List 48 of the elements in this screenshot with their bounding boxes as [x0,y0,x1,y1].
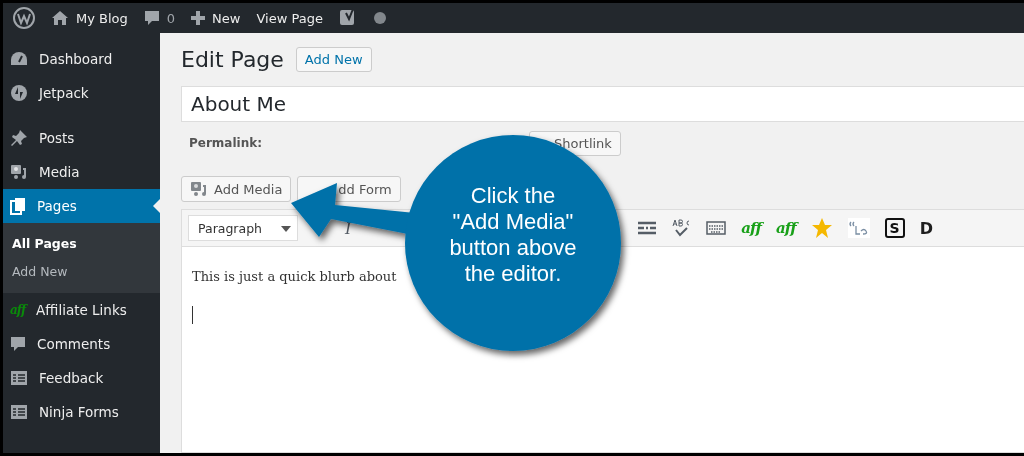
aff-icon: aff [10,303,26,317]
form-icon [10,404,28,420]
status-dot-icon[interactable] [372,11,387,25]
media-icon [190,181,208,197]
sidebar-item[interactable]: Posts [3,121,160,155]
sidebar-item[interactable]: Dashboard [3,42,160,76]
sidebar-item[interactable]: Jetpack [3,76,160,110]
toolbar-link[interactable]: New [212,10,241,26]
media-button[interactable]: Add Media [181,176,292,202]
star-icon[interactable] [810,217,833,239]
sidebar-item[interactable]: Feedback [3,361,160,395]
format-select[interactable]: Paragraph [188,215,298,241]
pushpin-icon [10,129,28,147]
form-icon [10,370,28,386]
spellcheck-icon[interactable] [671,218,692,238]
wordpress-logo-icon[interactable] [13,7,35,29]
callout-text: Click the "Add Media" button above the editor. [448,183,578,287]
gauge-icon [10,51,28,67]
toolbar-link[interactable]: My Blog [76,10,128,26]
text-cursor [192,306,193,324]
toolbar-link[interactable]: 0 [166,10,176,26]
title-field[interactable]: About Me [181,86,1024,122]
page-heading: Edit Page [181,47,284,72]
sidebar-item[interactable]: aff Affiliate Links [3,293,160,327]
quote-icon[interactable] [847,218,870,238]
permalink-label: Permalink: [189,136,263,150]
submenu-item[interactable]: All Pages [12,230,160,258]
yoast-icon[interactable] [338,8,357,28]
sidebar-item[interactable]: Ninja Forms [3,395,160,429]
horizontal-rule-icon[interactable] [638,221,657,235]
plus-icon [191,11,206,25]
keyboard-icon[interactable] [706,220,727,236]
media-icon [10,164,28,180]
add-new-button[interactable]: Add New [295,47,372,72]
speech-bubble-icon [143,10,160,26]
home-icon [51,10,69,26]
speech-bubble-icon [10,336,26,352]
body-text: This is just a quick blurb about [192,269,397,284]
sidebar-item[interactable]: Comments [3,327,160,361]
toolbar-link[interactable]: View Page [256,10,323,26]
sidebar-item[interactable]: Pages [3,189,160,223]
bolt-icon [10,84,28,102]
pages-icon [10,197,26,215]
sidebar-item[interactable]: Media [3,155,160,189]
d-icon[interactable]: D [919,218,933,238]
submenu-item[interactable]: Add New [12,258,160,286]
italic-icon[interactable]: I [345,218,352,238]
s-icon[interactable]: S [884,218,905,238]
